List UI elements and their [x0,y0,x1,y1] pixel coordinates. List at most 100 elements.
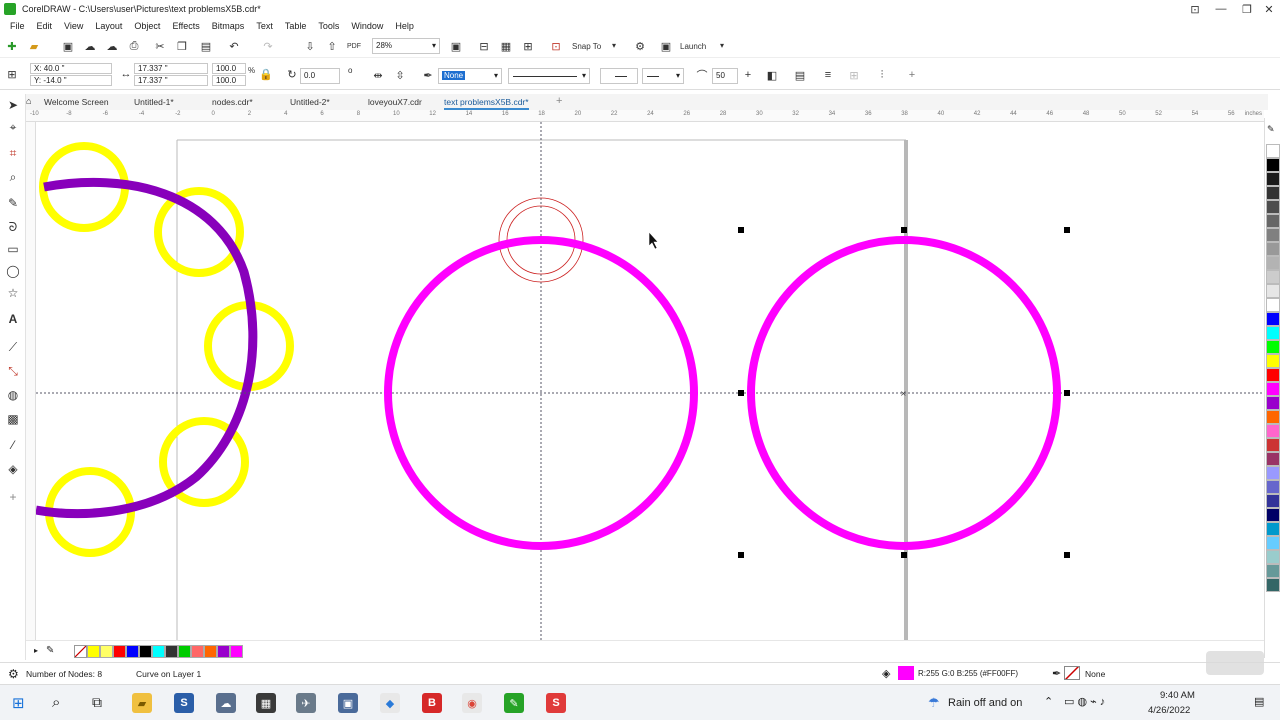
node-options-icon[interactable]: ⫶ [874,67,890,83]
object-origin-icon[interactable]: ⊞ [4,66,20,82]
drawing-canvas[interactable]: × [36,122,1264,640]
no-color-swatch[interactable] [74,645,87,658]
palette-swatch[interactable] [1266,340,1280,354]
palette-swatch[interactable] [1266,564,1280,578]
show-grid-icon[interactable]: ▦ [498,38,514,54]
print-icon[interactable]: ⎙ [126,38,142,54]
wrap-text-icon[interactable]: ▤ [792,67,808,83]
palette-swatch[interactable] [1266,284,1280,298]
add-tool-icon[interactable]: + [4,488,22,506]
outline-width-select[interactable]: None ▾ [438,68,502,84]
notification-icon[interactable]: ▤ [1254,695,1264,708]
document-swatch[interactable] [113,645,126,658]
full-screen-icon[interactable]: ⊟ [476,38,492,54]
palette-swatch[interactable] [1266,536,1280,550]
transparency-tool-icon[interactable]: ▩ [4,410,22,428]
copy-icon[interactable]: ❐ [174,38,190,54]
export-icon[interactable]: ⇧ [324,38,340,54]
menu-help[interactable]: Help [389,21,420,31]
recording-controls[interactable] [1206,651,1264,675]
search-icon[interactable]: ⌕ [52,694,60,711]
redo-icon[interactable]: ↷ [260,38,276,54]
selection-handle-b[interactable] [901,552,907,558]
menu-window[interactable]: Window [345,21,389,31]
windows-start-icon[interactable]: ⊞ [12,694,25,712]
polygon-tool-icon[interactable]: ☆ [4,284,22,302]
snap-to-dropdown[interactable]: Snap To [572,42,601,51]
menu-file[interactable]: File [4,21,31,31]
blend-tool-icon[interactable]: ◍ [4,386,22,404]
rectangle-tool-icon[interactable]: ▭ [4,240,22,258]
outline-none-swatch[interactable] [1064,666,1080,680]
menu-tools[interactable]: Tools [312,21,345,31]
palette-swatch[interactable] [1266,578,1280,592]
document-swatch[interactable] [178,645,191,658]
settings-gear-icon[interactable]: ⚙ [8,667,19,681]
interactive-fill-icon[interactable]: ◈ [4,460,22,478]
eyedropper-icon[interactable]: ✎ [46,645,54,656]
snap-icon[interactable]: ⊡ [548,38,564,54]
document-swatch[interactable] [100,645,113,658]
zoom-to-page-icon[interactable]: ▣ [448,38,464,54]
coreldraw-taskbar-icon[interactable]: ✎ [504,693,524,713]
smoothness-field[interactable]: 50 [712,68,738,84]
open-icon[interactable]: ▰ [26,38,42,54]
menu-table[interactable]: Table [279,21,313,31]
document-swatch[interactable] [217,645,230,658]
document-swatch[interactable] [230,645,243,658]
document-swatch[interactable] [126,645,139,658]
zoom-level-select[interactable]: 28% ▾ [372,38,440,54]
app-bird-icon[interactable]: ✈ [296,693,316,713]
selection-handle-l[interactable] [738,390,744,396]
palette-swatch[interactable] [1266,326,1280,340]
minimize-button[interactable]: — [1208,0,1234,18]
selection-handle-t[interactable] [901,227,907,233]
clock-date[interactable]: 4/26/2022 [1148,705,1190,716]
scale-width-field[interactable]: 100.0 [212,63,246,74]
chrome-icon[interactable]: ◉ [462,693,482,713]
palette-swatch[interactable] [1266,452,1280,466]
align-icon[interactable]: ≡ [820,67,836,83]
palette-pen-icon[interactable]: ✎ [1267,124,1275,135]
palette-swatch[interactable] [1266,354,1280,368]
width-field[interactable]: 17.337 " [134,63,208,74]
app-cloud-icon[interactable]: ☁ [216,693,236,713]
connector-tool-icon[interactable]: ⤡ [4,362,22,380]
task-view-icon[interactable]: ⧉ [92,694,102,711]
document-swatch[interactable] [191,645,204,658]
launch-dropdown[interactable]: Launch [680,42,706,51]
palette-swatch[interactable] [1266,522,1280,536]
add-icon[interactable]: + [740,67,756,83]
tray-apps-icon[interactable]: ▭ ◍ ⌁ ♪ [1064,695,1105,708]
tab-loveyoux7[interactable]: loveyouX7.cdr [368,94,422,110]
tab-untitled-2[interactable]: Untitled-2* [290,94,330,110]
palette-swatch[interactable] [1266,228,1280,242]
tab-nodes[interactable]: nodes.cdr* [212,94,253,110]
palette-swatch[interactable] [1266,480,1280,494]
selection-handle-tl[interactable] [738,227,744,233]
pick-tool-icon[interactable]: ➤ [4,96,22,114]
palette-swatch[interactable] [1266,186,1280,200]
menu-bitmaps[interactable]: Bitmaps [206,21,251,31]
ellipse-tool-icon[interactable]: ◯ [4,262,22,280]
palette-swatch[interactable] [1266,144,1280,158]
tab-untitled-1[interactable]: Untitled-1* [134,94,174,110]
palette-swatch[interactable] [1266,312,1280,326]
document-swatch[interactable] [152,645,165,658]
palette-swatch[interactable] [1266,256,1280,270]
palette-swatch[interactable] [1266,368,1280,382]
menu-edit[interactable]: Edit [31,21,59,31]
tab-text-problems[interactable]: text problemsX5B.cdr* [444,94,529,110]
save-icon[interactable]: ▣ [60,38,76,54]
app-b-icon[interactable]: B [422,693,442,713]
selection-handle-bl[interactable] [738,552,744,558]
show-guidelines-icon[interactable]: ⊞ [520,38,536,54]
new-tab-icon[interactable]: + [556,95,562,107]
mirror-vertical-icon[interactable]: ⇳ [392,67,408,83]
palette-swatch[interactable] [1266,396,1280,410]
import-icon[interactable]: ⇩ [302,38,318,54]
launch-icon[interactable]: ▣ [658,38,674,54]
palette-swatch[interactable] [1266,172,1280,186]
undo-icon[interactable]: ↶ [226,38,242,54]
start-arrow-select[interactable] [600,68,638,84]
